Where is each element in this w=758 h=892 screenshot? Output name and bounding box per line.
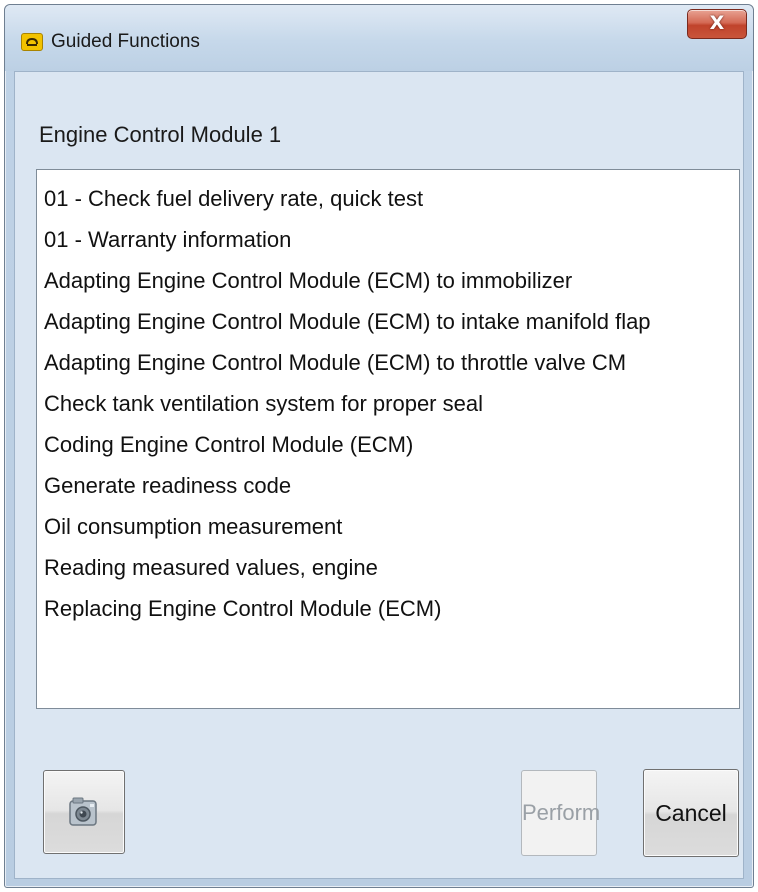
list-item[interactable]: Generate readiness code [44, 466, 291, 506]
camera-icon [67, 795, 101, 835]
close-icon: X [709, 12, 725, 34]
dialog-content: Engine Control Module 1 01 - Check fuel … [14, 71, 744, 879]
cancel-button[interactable]: Cancel [643, 769, 739, 857]
list-item[interactable]: Oil consumption measurement [44, 507, 342, 547]
list-item[interactable]: Adapting Engine Control Module (ECM) to … [44, 261, 572, 301]
functions-listbox[interactable]: 01 - Check fuel delivery rate, quick tes… [36, 169, 740, 709]
close-button[interactable]: X [687, 9, 747, 39]
list-item[interactable]: Adapting Engine Control Module (ECM) to … [44, 302, 651, 342]
title-bar[interactable]: Guided Functions X [5, 5, 753, 71]
guided-functions-dialog: Guided Functions X Engine Control Module… [4, 4, 754, 888]
module-title: Engine Control Module 1 [39, 122, 282, 147]
list-item[interactable]: Replacing Engine Control Module (ECM) [44, 589, 441, 629]
list-item[interactable]: 01 - Check fuel delivery rate, quick tes… [44, 179, 423, 219]
window-title: Guided Functions [51, 31, 200, 52]
perform-button[interactable]: Perform [521, 770, 600, 856]
list-item[interactable]: 01 - Warranty information [44, 220, 291, 260]
list-item[interactable]: Check tank ventilation system for proper… [44, 384, 483, 424]
screenshot-button[interactable] [43, 770, 125, 854]
list-item[interactable]: Coding Engine Control Module (ECM) [44, 425, 413, 465]
list-item[interactable]: Adapting Engine Control Module (ECM) to … [44, 343, 626, 383]
list-item[interactable]: Reading measured values, engine [44, 548, 378, 588]
app-icon [21, 33, 43, 51]
